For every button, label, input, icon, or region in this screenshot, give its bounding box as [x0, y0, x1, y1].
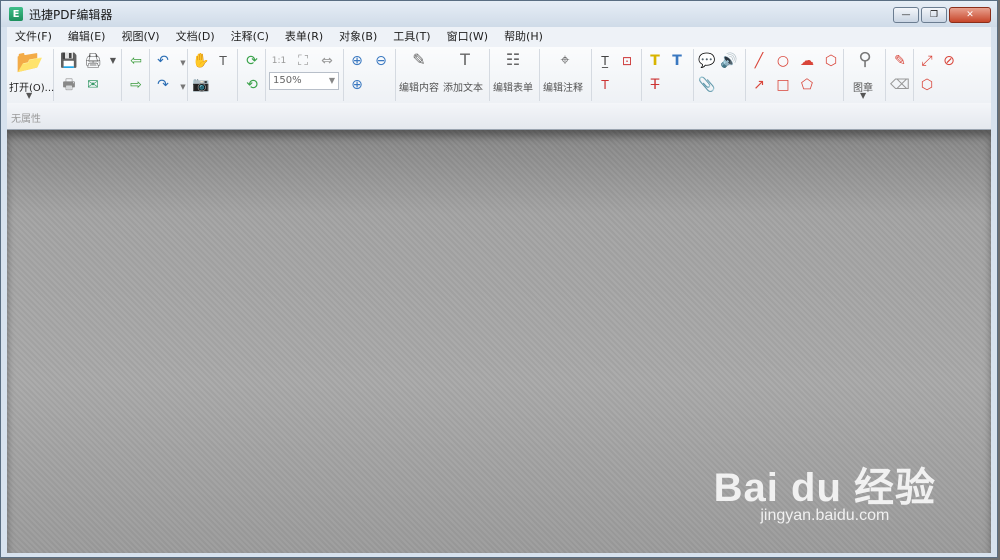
toolbar-group-select: ✋ T 📷: [189, 49, 238, 101]
main-toolbar: 📂 打开(O)... ▼ 💾 🖨 ▼ 🖶 ✉ ⇦ ⇨ ↶ ▼ ↷ ▼ ✋ T �: [7, 47, 991, 104]
toolbar-group-rotate: ⟳ ⟲: [239, 49, 266, 101]
properties-bar: 无属性: [7, 103, 991, 130]
zoom-in-icon[interactable]: ⊕: [347, 51, 367, 71]
cloud-icon[interactable]: ☁: [797, 51, 817, 71]
toolbar-group-textbox: T̲ ⊡ T: [593, 49, 642, 101]
menu-help[interactable]: 帮助(H): [496, 27, 551, 47]
toolbar-group-history: ↶ ▼ ↷ ▼: [151, 49, 188, 101]
edit-form-icon[interactable]: ☷: [503, 50, 523, 70]
menu-window[interactable]: 窗口(W): [439, 27, 496, 47]
rotate-ccw-icon[interactable]: ⟲: [242, 75, 262, 95]
sound-icon[interactable]: 🔊: [719, 51, 739, 71]
restore-button[interactable]: ❐: [921, 7, 947, 23]
export-icon[interactable]: ⇨: [126, 75, 146, 95]
actual-size-icon[interactable]: 1:1: [269, 51, 289, 71]
perimeter-icon[interactable]: ⬡: [917, 75, 937, 95]
callout-icon[interactable]: ⊡: [617, 51, 637, 71]
scanner-icon[interactable]: 🖨: [83, 51, 103, 71]
toolbar-group-file: 💾 🖨 ▼ 🖶 ✉: [55, 49, 122, 101]
distance-icon[interactable]: ⤢: [917, 51, 937, 71]
add-text-icon[interactable]: T: [455, 50, 475, 70]
underline-icon[interactable]: T: [667, 51, 687, 71]
toolbar-group-measure: ⤢ ⊘ ⬡: [915, 49, 965, 101]
edit-annotation-icon[interactable]: ⌖: [555, 50, 575, 70]
edit-content-button[interactable]: 编辑内容: [399, 79, 439, 94]
undo-icon[interactable]: ↶: [153, 51, 173, 71]
add-text-button[interactable]: 添加文本: [443, 79, 483, 94]
title-bar: E 迅捷PDF编辑器 — ❐ ✕: [1, 1, 997, 27]
highlight-icon[interactable]: T: [645, 51, 665, 71]
chevron-down-icon: ▼: [328, 76, 335, 85]
strikeout-icon[interactable]: T: [645, 75, 665, 95]
toolbar-group-draw: ✎ ⌫: [887, 49, 914, 101]
minimize-button[interactable]: —: [893, 7, 919, 23]
edit-content-icon[interactable]: ✎: [409, 50, 429, 70]
menu-form[interactable]: 表单(R): [277, 27, 331, 47]
pentagon-icon[interactable]: ⬠: [797, 75, 817, 95]
zoom-select[interactable]: 150% ▼: [269, 72, 339, 90]
import-icon[interactable]: ⇦: [126, 51, 146, 71]
watermark: Bai du 经验 jingyan.baidu.com: [714, 455, 936, 525]
polygon-icon[interactable]: ⬡: [821, 51, 841, 71]
arrow-icon[interactable]: ↗: [749, 75, 769, 95]
document-workspace[interactable]: Bai du 经验 jingyan.baidu.com: [7, 130, 991, 553]
textbox-icon[interactable]: T̲: [595, 51, 615, 71]
menu-object[interactable]: 对象(B): [331, 27, 385, 47]
window-controls: — ❐ ✕: [893, 7, 991, 23]
stamp-dropdown-icon[interactable]: ▼: [860, 91, 866, 100]
rectangle-icon[interactable]: □: [773, 75, 793, 95]
area-icon[interactable]: ⊘: [939, 51, 959, 71]
typewriter-icon[interactable]: T: [595, 75, 615, 95]
line-icon[interactable]: ╱: [749, 51, 769, 71]
watermark-logo: Bai du 经验: [713, 466, 936, 510]
toolbar-group-annotation: ⌖ 编辑注释: [541, 49, 592, 101]
menu-view[interactable]: 视图(V): [113, 27, 167, 47]
print-icon[interactable]: 🖶: [59, 75, 79, 95]
app-logo-icon: E: [9, 7, 23, 21]
chevron-down-icon[interactable]: ▼: [103, 51, 123, 71]
toolbar-group-note: 💬 🔊 📎: [695, 49, 746, 101]
toolbar-group-open: 📂 打开(O)... ▼: [7, 49, 54, 101]
stamp-icon[interactable]: ⚲: [855, 50, 875, 70]
zoom-out-icon[interactable]: ⊖: [371, 51, 391, 71]
fit-page-icon[interactable]: ⛶: [293, 51, 313, 71]
rotate-cw-icon[interactable]: ⟳: [242, 51, 262, 71]
toolbar-group-shapes: ╱ ○ ☁ ⬡ ↗ □ ⬠: [747, 49, 844, 101]
snapshot-icon[interactable]: 📷: [191, 75, 211, 95]
pencil-icon[interactable]: ✎: [890, 51, 910, 71]
menu-document[interactable]: 文档(D): [168, 27, 223, 47]
hand-tool-icon[interactable]: ✋: [191, 51, 211, 71]
zoom-add-icon[interactable]: ⊕: [347, 75, 367, 95]
properties-status: 无属性: [11, 114, 41, 125]
menu-file[interactable]: 文件(F): [7, 27, 60, 47]
save-icon[interactable]: 💾: [59, 51, 79, 71]
menu-comment[interactable]: 注释(C): [223, 27, 277, 47]
toolbar-group-import: ⇦ ⇨: [123, 49, 150, 101]
eraser-icon[interactable]: ⌫: [890, 75, 910, 95]
open-dropdown-icon[interactable]: ▼: [26, 91, 32, 100]
fit-width-icon[interactable]: ⇔: [317, 51, 337, 71]
menu-tools[interactable]: 工具(T): [385, 27, 438, 47]
toolbar-group-markup: T T T: [643, 49, 694, 101]
app-window: E 迅捷PDF编辑器 — ❐ ✕ 文件(F) 编辑(E) 视图(V) 文档(D)…: [0, 0, 998, 558]
edit-form-button[interactable]: 编辑表单: [493, 79, 533, 94]
folder-open-icon[interactable]: 📂: [16, 51, 43, 75]
note-icon[interactable]: 💬: [697, 51, 717, 71]
menu-bar: 文件(F) 编辑(E) 视图(V) 文档(D) 注释(C) 表单(R) 对象(B…: [7, 27, 991, 47]
close-button[interactable]: ✕: [949, 7, 991, 23]
toolbar-group-form: ☷ 编辑表单: [491, 49, 540, 101]
toolbar-group-zoom: ⊕ ⊖ ⊕: [345, 49, 396, 101]
menu-edit[interactable]: 编辑(E): [60, 27, 114, 47]
zoom-value: 150%: [273, 75, 302, 86]
email-icon[interactable]: ✉: [83, 75, 103, 95]
toolbar-group-stamp: ⚲ 图章 ▼: [845, 49, 886, 101]
text-select-icon[interactable]: T: [213, 51, 233, 71]
circle-icon[interactable]: ○: [773, 51, 793, 71]
edit-annotation-button[interactable]: 编辑注释: [543, 79, 583, 94]
attachment-icon[interactable]: 📎: [697, 75, 717, 95]
toolbar-group-edit: ✎ 编辑内容 T 添加文本: [397, 49, 490, 101]
redo-icon[interactable]: ↷: [153, 75, 173, 95]
window-title: 迅捷PDF编辑器: [29, 7, 113, 22]
